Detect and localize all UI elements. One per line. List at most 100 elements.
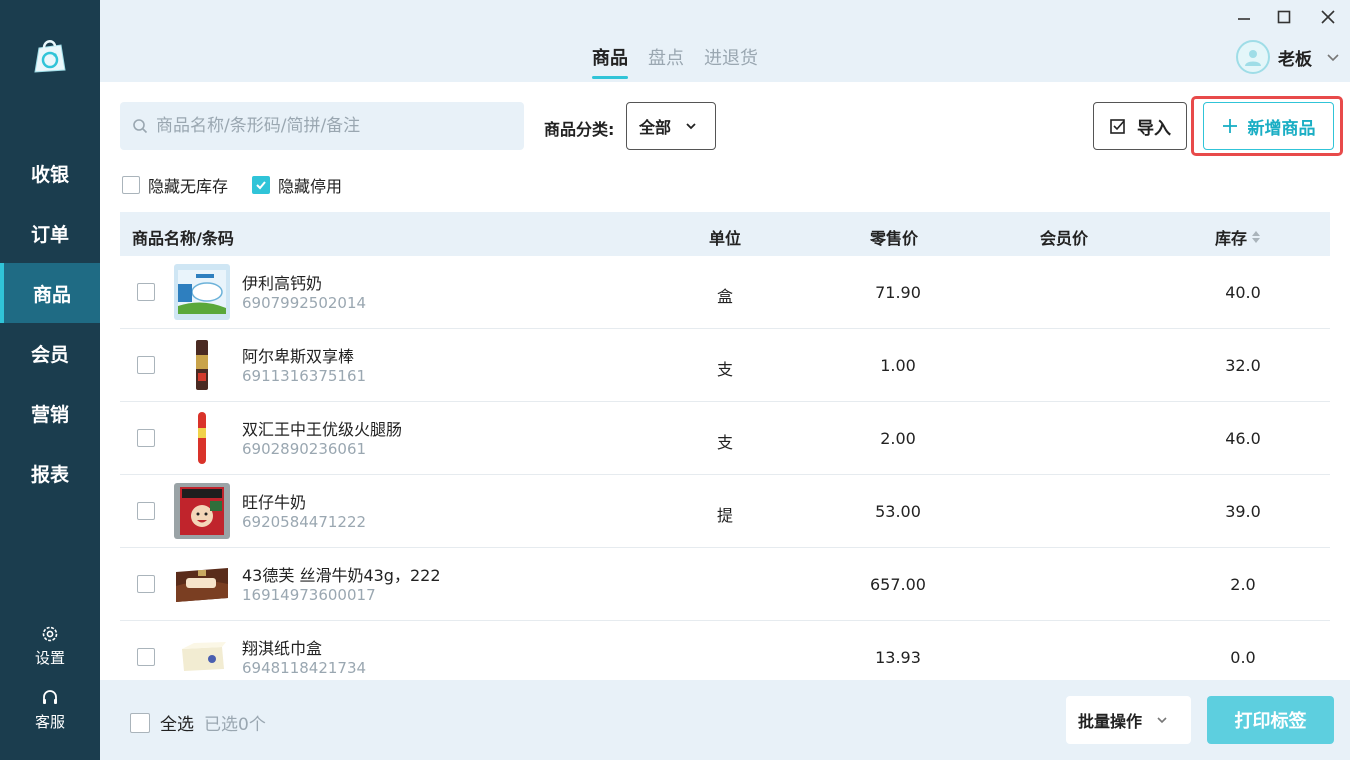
search-input[interactable] (156, 116, 516, 136)
table-row[interactable]: 双汇王中王优级火腿肠 6902890236061 支 2.00 46.0 (120, 402, 1330, 475)
import-label: 导入 (1137, 118, 1171, 139)
stock-cell: 40.0 (1225, 283, 1261, 302)
print-labels-button[interactable]: 打印标签 (1207, 696, 1334, 744)
shopping-bag-logo-icon[interactable] (30, 36, 70, 76)
unit-cell: 盒 (716, 287, 733, 306)
product-name: 旺仔牛奶 (242, 493, 307, 512)
sidebar-item-orders[interactable]: 订单 (0, 203, 100, 263)
tab-inventory-check[interactable]: 盘点 (648, 44, 684, 76)
tab-purchase-return[interactable]: 进退货 (704, 44, 758, 76)
product-barcode: 6907992502014 (242, 294, 367, 312)
settings-button[interactable]: 设置 (0, 624, 100, 668)
column-header-stock[interactable]: 库存 (1215, 225, 1261, 249)
row-checkbox[interactable] (137, 283, 155, 301)
sidebar-item-label: 报表 (30, 463, 69, 486)
select-all-checkbox[interactable] (130, 712, 150, 733)
product-barcode: 16914973600017 (242, 586, 376, 604)
category-select[interactable]: 全部 (626, 102, 716, 150)
sidebar: 收银 订单 商品 会员 营销 报表 设置 客服 (0, 0, 100, 760)
hide-disabled-filter[interactable]: 隐藏停用 (252, 173, 342, 197)
stock-cell: 0.0 (1230, 648, 1256, 667)
hide-no-stock-filter[interactable]: 隐藏无库存 (122, 173, 228, 197)
product-barcode: 6920584471222 (242, 513, 367, 531)
user-avatar-icon (1245, 50, 1261, 66)
product-barcode: 6948118421734 (242, 659, 367, 677)
row-checkbox[interactable] (137, 575, 155, 593)
row-checkbox[interactable] (137, 429, 155, 447)
user-menu[interactable]: 老板 (1236, 40, 1340, 74)
product-name: 翔淇纸巾盒 (242, 639, 323, 658)
sidebar-item-members[interactable]: 会员 (0, 323, 100, 383)
table-row[interactable]: 阿尔卑斯双享棒 6911316375161 支 1.00 32.0 (120, 329, 1330, 402)
sidebar-item-marketing[interactable]: 营销 (0, 383, 100, 443)
top-bar: 商品 盘点 进退货 老板 (100, 0, 1350, 82)
category-label: 商品分类: (544, 120, 615, 139)
table-row[interactable]: 43德芙 丝滑牛奶43g，222 16914973600017 657.00 2… (120, 548, 1330, 621)
price-cell: 53.00 (875, 502, 921, 521)
hide-disabled-checkbox[interactable] (252, 176, 270, 194)
row-checkbox[interactable] (137, 502, 155, 520)
sidebar-item-label: 会员 (30, 343, 69, 366)
batch-operations-select[interactable]: 批量操作 (1066, 696, 1191, 744)
product-image (174, 483, 230, 539)
table-header: 商品名称/条码 单位 零售价 会员价 库存 (120, 212, 1330, 256)
maximize-icon (1277, 10, 1291, 24)
sidebar-item-cashier[interactable]: 收银 (0, 143, 100, 203)
stock-cell: 2.0 (1230, 575, 1256, 594)
select-all[interactable]: 全选 已选0个 (130, 710, 266, 735)
sidebar-item-label: 商品 (32, 283, 71, 306)
gear-icon (42, 626, 58, 642)
product-image (174, 264, 230, 320)
chevron-down-icon (686, 123, 696, 130)
price-cell: 13.93 (875, 648, 921, 667)
close-button[interactable] (1317, 6, 1339, 28)
hide-disabled-label: 隐藏停用 (278, 177, 343, 196)
plus-icon (1222, 119, 1237, 133)
hide-no-stock-label: 隐藏无库存 (148, 177, 229, 196)
table-row[interactable]: 旺仔牛奶 6920584471222 提 53.00 39.0 (120, 475, 1330, 548)
add-product-button[interactable]: 新增商品 (1203, 102, 1334, 150)
sort-icon (1252, 231, 1261, 243)
check-icon (256, 181, 266, 190)
tab-products[interactable]: 商品 (592, 44, 628, 79)
batch-operations-label: 批量操作 (1078, 712, 1143, 731)
price-cell: 2.00 (880, 429, 916, 448)
sidebar-item-label: 收银 (30, 163, 69, 186)
price-cell: 71.90 (875, 283, 921, 302)
sidebar-item-products[interactable]: 商品 (0, 263, 100, 323)
sidebar-item-label: 订单 (30, 223, 69, 246)
close-icon (1321, 10, 1335, 24)
select-all-label: 全选 (160, 715, 194, 735)
sidebar-item-label: 营销 (30, 403, 69, 426)
product-name: 43德芙 丝滑牛奶43g，222 (242, 566, 441, 585)
sidebar-item-reports[interactable]: 报表 (0, 443, 100, 503)
hide-no-stock-checkbox[interactable] (122, 176, 140, 194)
maximize-button[interactable] (1273, 6, 1295, 28)
product-name: 伊利高钙奶 (242, 274, 323, 293)
column-header-name: 商品名称/条码 (132, 229, 234, 248)
selected-count: 已选0个 (204, 715, 266, 735)
product-image (174, 410, 230, 466)
support-label: 客服 (34, 713, 65, 731)
user-name: 老板 (1278, 49, 1312, 70)
stock-cell: 32.0 (1225, 356, 1261, 375)
minimize-button[interactable] (1233, 6, 1255, 28)
import-button[interactable]: 导入 (1093, 102, 1187, 150)
unit-cell: 支 (716, 360, 733, 379)
support-button[interactable]: 客服 (0, 688, 100, 732)
row-checkbox[interactable] (137, 356, 155, 374)
tab-bar: 商品 盘点 进退货 (592, 44, 758, 79)
column-header-price: 零售价 (870, 229, 919, 248)
price-cell: 1.00 (880, 356, 916, 375)
avatar (1236, 40, 1270, 74)
chevron-down-icon (1327, 54, 1339, 62)
price-cell: 657.00 (870, 575, 926, 594)
add-product-label: 新增商品 (1247, 118, 1316, 139)
search-box[interactable] (120, 102, 524, 150)
product-image (174, 556, 230, 612)
settings-label: 设置 (34, 649, 65, 667)
product-image (174, 337, 230, 393)
print-labels-label: 打印标签 (1234, 711, 1307, 732)
table-row[interactable]: 伊利高钙奶 6907992502014 盒 71.90 40.0 (120, 256, 1330, 329)
row-checkbox[interactable] (137, 648, 155, 666)
